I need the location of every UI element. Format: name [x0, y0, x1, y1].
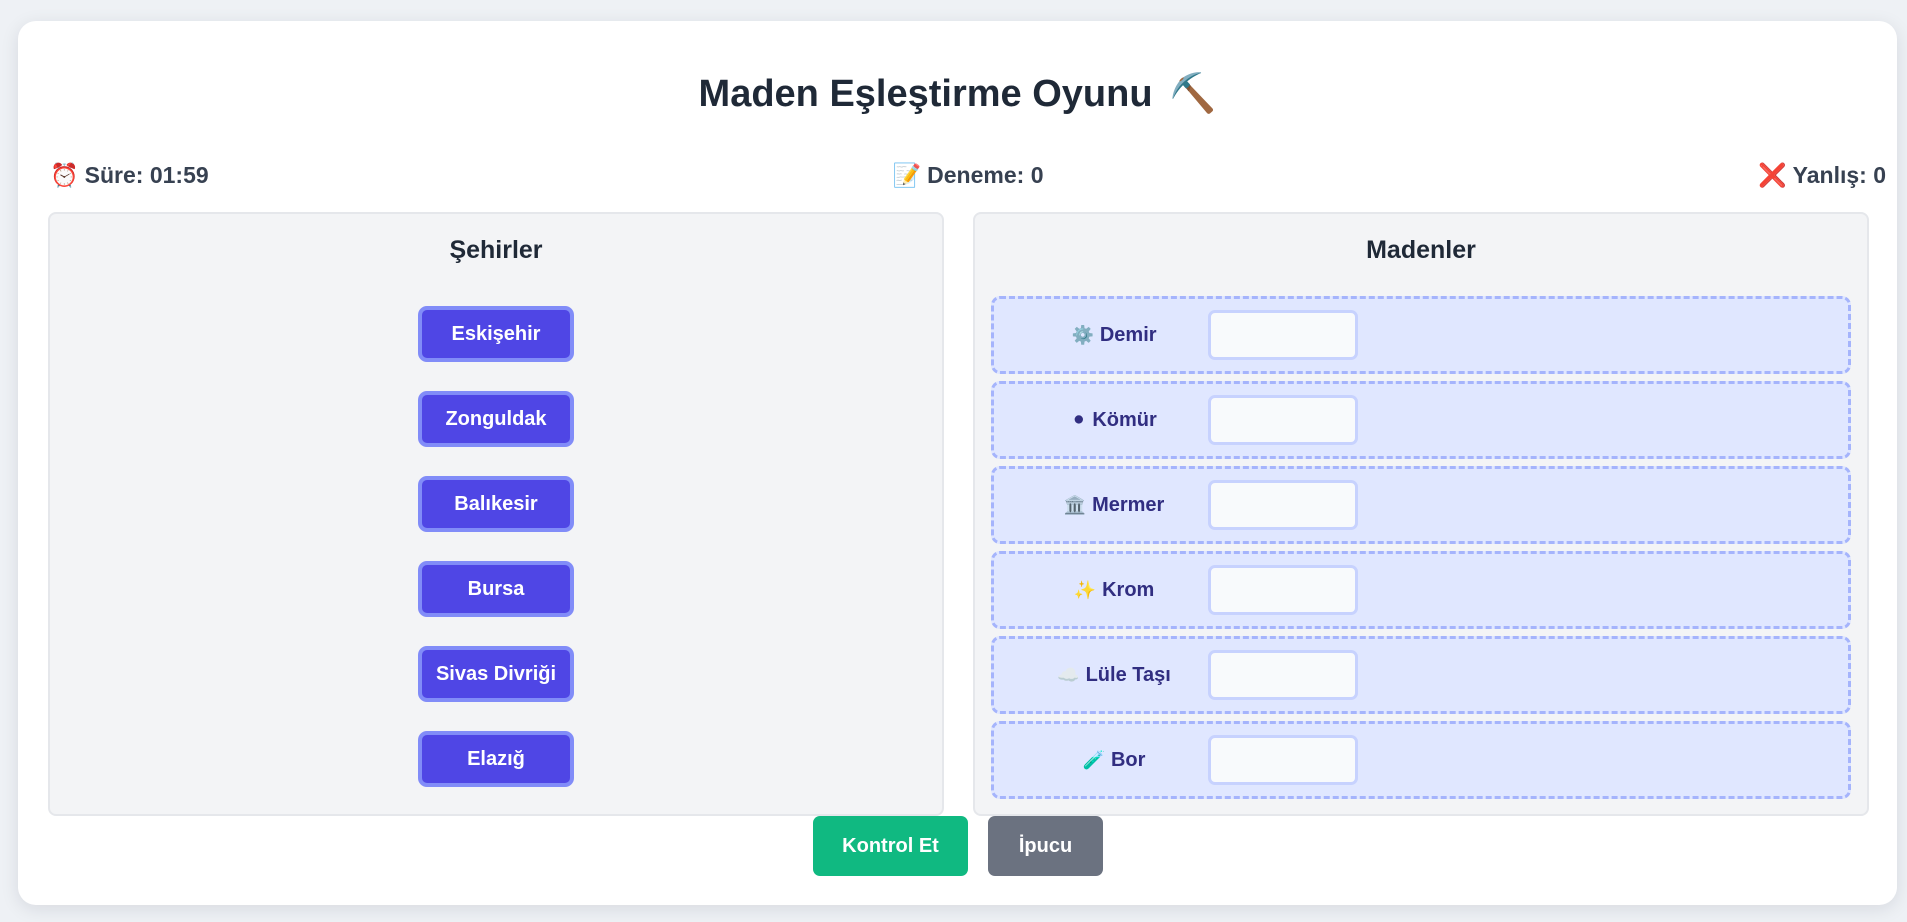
- cities-panel-title: Şehirler: [449, 236, 543, 264]
- city-card-bursa[interactable]: Bursa: [418, 561, 574, 617]
- mine-row-mermer: 🏛️ Mermer: [991, 466, 1851, 544]
- mine-row-bor: 🧪 Bor: [991, 721, 1851, 799]
- wrong-counter: ❌ Yanlış: 0: [1758, 160, 1886, 190]
- memo-icon: 📝: [892, 162, 922, 188]
- mine-name: Lüle Taşı: [1085, 664, 1171, 686]
- stats-bar: 📝 Deneme: 0 ⏰ Süre: 01:59 ❌ Yanlış: 0: [50, 160, 1886, 190]
- wrong-label: Yanlış: 0: [1792, 162, 1886, 188]
- city-card-eskisehir[interactable]: Eskişehir: [418, 306, 574, 362]
- mine-row-krom: ✨ Krom: [991, 551, 1851, 629]
- timer: ⏰ Süre: 01:59: [50, 160, 209, 190]
- mine-name: Krom: [1102, 579, 1155, 601]
- black-circle-icon: ⚫: [1071, 410, 1087, 430]
- mine-row-demir: ⚙️ Demir: [991, 296, 1851, 374]
- drop-zone-mermer[interactable]: [1208, 480, 1358, 530]
- mine-row-lule-tasi: ☁️ Lüle Taşı: [991, 636, 1851, 714]
- mines-panel-title: Madenler: [1366, 236, 1476, 264]
- cross-mark-icon: ❌: [1758, 162, 1787, 188]
- mine-label: ⚫ Kömür: [1014, 384, 1214, 456]
- mine-name: Demir: [1099, 324, 1157, 346]
- attempt-label: Deneme: 0: [927, 162, 1044, 188]
- test-tube-icon: 🧪: [1082, 750, 1105, 770]
- classical-building-icon: 🏛️: [1063, 495, 1087, 515]
- city-card-elazig[interactable]: Elazığ: [418, 731, 574, 787]
- mine-name: Mermer: [1092, 494, 1165, 516]
- check-button[interactable]: Kontrol Et: [813, 816, 968, 876]
- mine-label: 🏛️ Mermer: [1014, 469, 1214, 541]
- drop-zone-bor[interactable]: [1208, 735, 1358, 785]
- drop-zone-lule-tasi[interactable]: [1208, 650, 1358, 700]
- cities-panel: Şehirler Eskişehir Zonguldak Balıkesir B…: [48, 212, 944, 816]
- mines-panel: Madenler ⚙️ Demir ⚫ Kömür 🏛️ Mermer ✨ Krom ☁…: [973, 212, 1869, 816]
- mine-label: ☁️ Lüle Taşı: [1014, 639, 1214, 711]
- pickaxe-icon: ⛏️: [1169, 73, 1217, 115]
- title-text: Maden Eşleştirme Oyunu: [698, 73, 1153, 115]
- hint-button[interactable]: İpucu: [988, 816, 1103, 876]
- drop-zone-demir[interactable]: [1208, 310, 1358, 360]
- alarm-clock-icon: ⏰: [50, 162, 79, 188]
- mine-name: Bor: [1110, 749, 1146, 771]
- sparkles-icon: ✨: [1073, 580, 1097, 600]
- drop-zone-krom[interactable]: [1208, 565, 1358, 615]
- game-card: Maden Eşleştirme Oyunu ⛏️ 📝 Deneme: 0 ⏰ Sü…: [18, 21, 1897, 905]
- mine-label: ✨ Krom: [1014, 554, 1214, 626]
- drop-zone-komur[interactable]: [1208, 395, 1358, 445]
- city-card-balikesir[interactable]: Balıkesir: [418, 476, 574, 532]
- mine-name: Kömür: [1092, 409, 1157, 431]
- mine-label: 🧪 Bor: [1014, 724, 1214, 796]
- mine-row-komur: ⚫ Kömür: [991, 381, 1851, 459]
- timer-label: Süre: 01:59: [84, 162, 209, 188]
- page-title: Maden Eşleştirme Oyunu ⛏️: [18, 69, 1897, 119]
- attempt-counter: 📝 Deneme: 0: [50, 160, 1886, 190]
- city-card-zonguldak[interactable]: Zonguldak: [418, 391, 574, 447]
- city-card-sivas-divrigi[interactable]: Sivas Divriği: [418, 646, 574, 702]
- gear-icon: ⚙️: [1071, 325, 1094, 345]
- cloud-icon: ☁️: [1057, 665, 1080, 685]
- mine-label: ⚙️ Demir: [1014, 299, 1214, 371]
